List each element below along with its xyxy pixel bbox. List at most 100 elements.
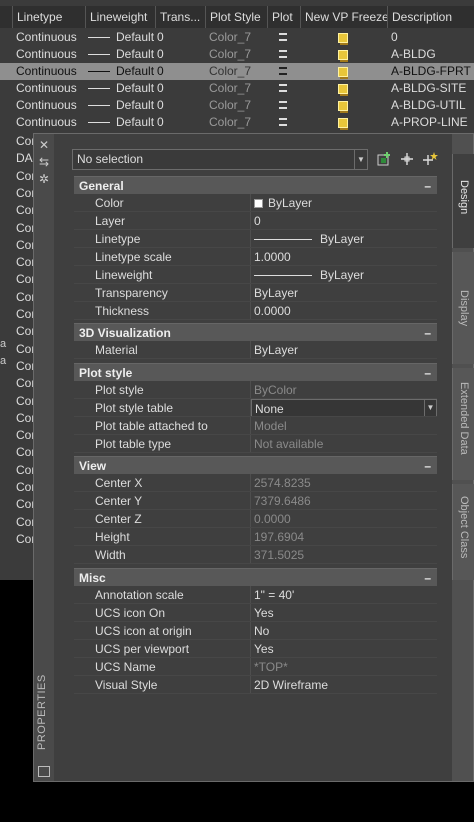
layer-row[interactable]: Continuous Default 0 Color_7 A-BLDG-UTIL xyxy=(0,97,474,114)
auto-hide-icon[interactable]: ⇆ xyxy=(38,156,50,168)
collapse-icon[interactable]: – xyxy=(424,569,431,587)
plot-icon[interactable] xyxy=(279,101,287,109)
layer-lineweight[interactable]: Default xyxy=(88,29,154,46)
layer-lineweight[interactable]: Default xyxy=(88,114,154,131)
chevron-down-icon[interactable]: ▼ xyxy=(424,400,436,416)
layer-linetype[interactable]: Continuous xyxy=(16,80,77,97)
property-value[interactable]: ByLayer xyxy=(254,230,364,248)
property-value[interactable]: ByLayer xyxy=(254,284,298,302)
property-transparency[interactable]: Transparency ByLayer xyxy=(74,284,437,302)
property-plot-style[interactable]: Plot style ByColor xyxy=(74,381,437,399)
layer-transparency[interactable]: 0 xyxy=(157,46,164,63)
column-header-description[interactable]: Description xyxy=(387,6,474,28)
column-header-plot[interactable]: Plot xyxy=(267,6,300,28)
layer-lineweight[interactable]: Default xyxy=(88,80,154,97)
property-value[interactable]: Yes xyxy=(254,604,274,622)
layer-row[interactable]: Continuous Default 0 Color_7 A-PROP-LINE xyxy=(0,114,474,131)
property-width[interactable]: Width 371.5025 xyxy=(74,546,437,564)
property-ucs-per-viewport[interactable]: UCS per viewport Yes xyxy=(74,640,437,658)
collapse-icon[interactable]: – xyxy=(424,177,431,195)
palette-title-strip[interactable]: ✕ ⇆ ✲ PROPERTIES xyxy=(34,134,54,781)
tab-object-class[interactable]: Object Class xyxy=(452,484,474,580)
layer-linetype[interactable]: Continuous xyxy=(16,29,77,46)
layer-row[interactable]: Continuous Default 0 Color_7 A-BLDG-SITE xyxy=(0,80,474,97)
property-center-y[interactable]: Center Y 7379.6486 xyxy=(74,492,437,510)
column-header-linetype[interactable]: Linetype xyxy=(12,6,85,28)
layer-description[interactable]: A-BLDG-UTIL xyxy=(391,97,466,114)
column-header-transparency[interactable]: Trans... xyxy=(155,6,205,28)
column-header-lineweight[interactable]: Lineweight xyxy=(85,6,155,28)
layer-lineweight[interactable]: Default xyxy=(88,97,154,114)
vp-freeze-icon[interactable] xyxy=(338,29,348,46)
property-value[interactable]: ByLayer xyxy=(254,341,298,359)
collapse-icon[interactable]: – xyxy=(424,457,431,475)
section-plot-style[interactable]: Plot style – xyxy=(74,363,437,381)
tab-extended-data[interactable]: Extended Data xyxy=(452,368,474,480)
vp-freeze-icon[interactable] xyxy=(338,97,348,114)
property-value[interactable]: ByLayer xyxy=(254,266,364,284)
column-header-new-vp-freeze[interactable]: New VP Freeze xyxy=(300,6,387,28)
property-material[interactable]: Material ByLayer xyxy=(74,341,437,359)
layer-transparency[interactable]: 0 xyxy=(157,97,164,114)
property-center-x[interactable]: Center X 2574.8235 xyxy=(74,474,437,492)
layer-description[interactable]: A-PROP-LINE xyxy=(391,114,468,131)
property-value[interactable]: Yes xyxy=(254,640,274,658)
layer-description[interactable]: 0 xyxy=(391,29,398,46)
vp-freeze-icon[interactable] xyxy=(338,114,348,131)
chevron-down-icon[interactable]: ▼ xyxy=(354,150,367,169)
quick-select-icon[interactable] xyxy=(422,151,438,167)
property-center-z[interactable]: Center Z 0.0000 xyxy=(74,510,437,528)
tab-design[interactable]: Design xyxy=(452,154,474,248)
layer-transparency[interactable]: 0 xyxy=(157,29,164,46)
close-icon[interactable]: ✕ xyxy=(38,139,50,151)
layer-linetype[interactable]: Continuous xyxy=(16,114,77,131)
property-color[interactable]: Color ByLayer xyxy=(74,194,437,212)
property-layer[interactable]: Layer 0 xyxy=(74,212,437,230)
plot-icon[interactable] xyxy=(279,33,287,41)
layer-transparency[interactable]: 0 xyxy=(157,63,164,80)
collapse-icon[interactable]: – xyxy=(424,324,431,342)
property-plot-table-type[interactable]: Plot table type Not available xyxy=(74,435,437,453)
collapse-icon[interactable]: – xyxy=(424,364,431,382)
vp-freeze-icon[interactable] xyxy=(338,46,348,63)
layer-row[interactable]: Continuous Default 0 Color_7 0 xyxy=(0,29,474,46)
property-linetype[interactable]: Linetype ByLayer xyxy=(74,230,437,248)
property-ucs-icon-at-origin[interactable]: UCS icon at origin No xyxy=(74,622,437,640)
property-lineweight[interactable]: Lineweight ByLayer xyxy=(74,266,437,284)
property-plot-style-table[interactable]: Plot style table None ▼ xyxy=(74,399,437,417)
section-misc[interactable]: Misc – xyxy=(74,568,437,586)
plot-icon[interactable] xyxy=(279,67,287,75)
selection-dropdown[interactable]: No selection ▼ xyxy=(72,149,368,170)
layer-transparency[interactable]: 0 xyxy=(157,80,164,97)
vp-freeze-icon[interactable] xyxy=(338,80,348,97)
property-value[interactable]: 1.0000 xyxy=(254,248,291,266)
layer-linetype[interactable]: Continuous xyxy=(16,63,77,80)
property-value[interactable]: No xyxy=(254,622,269,640)
section-view[interactable]: View – xyxy=(74,456,437,474)
toggle-pickadd-icon[interactable] xyxy=(376,151,392,167)
property-thickness[interactable]: Thickness 0.0000 xyxy=(74,302,437,320)
layer-transparency[interactable]: 0 xyxy=(157,114,164,131)
plot-style-table-dropdown[interactable]: None ▼ xyxy=(251,399,437,417)
property-visual-style[interactable]: Visual Style 2D Wireframe xyxy=(74,676,437,694)
property-value[interactable]: ByLayer xyxy=(254,194,312,212)
property-linetype-scale[interactable]: Linetype scale 1.0000 xyxy=(74,248,437,266)
layer-description[interactable]: A-BLDG-FPRT xyxy=(391,63,471,80)
layer-lineweight[interactable]: Default xyxy=(88,46,154,63)
property-value[interactable]: 2D Wireframe xyxy=(254,676,328,694)
plot-icon[interactable] xyxy=(279,118,287,126)
vp-freeze-icon[interactable] xyxy=(338,63,348,80)
layer-linetype[interactable]: Continuous xyxy=(16,97,77,114)
property-value[interactable]: 1" = 40' xyxy=(254,586,294,604)
section-general[interactable]: General – xyxy=(74,176,437,194)
property-height[interactable]: Height 197.6904 xyxy=(74,528,437,546)
settings-icon[interactable]: ✲ xyxy=(38,173,50,185)
section-3d-visualization[interactable]: 3D Visualization – xyxy=(74,323,437,341)
tab-display[interactable]: Display xyxy=(452,252,474,364)
property-ucs-icon-on[interactable]: UCS icon On Yes xyxy=(74,604,437,622)
property-value[interactable]: 0.0000 xyxy=(254,302,291,320)
property-value[interactable]: 0 xyxy=(254,212,261,230)
layer-lineweight[interactable]: Default xyxy=(88,63,154,80)
property-annotation-scale[interactable]: Annotation scale 1" = 40' xyxy=(74,586,437,604)
plot-icon[interactable] xyxy=(279,84,287,92)
